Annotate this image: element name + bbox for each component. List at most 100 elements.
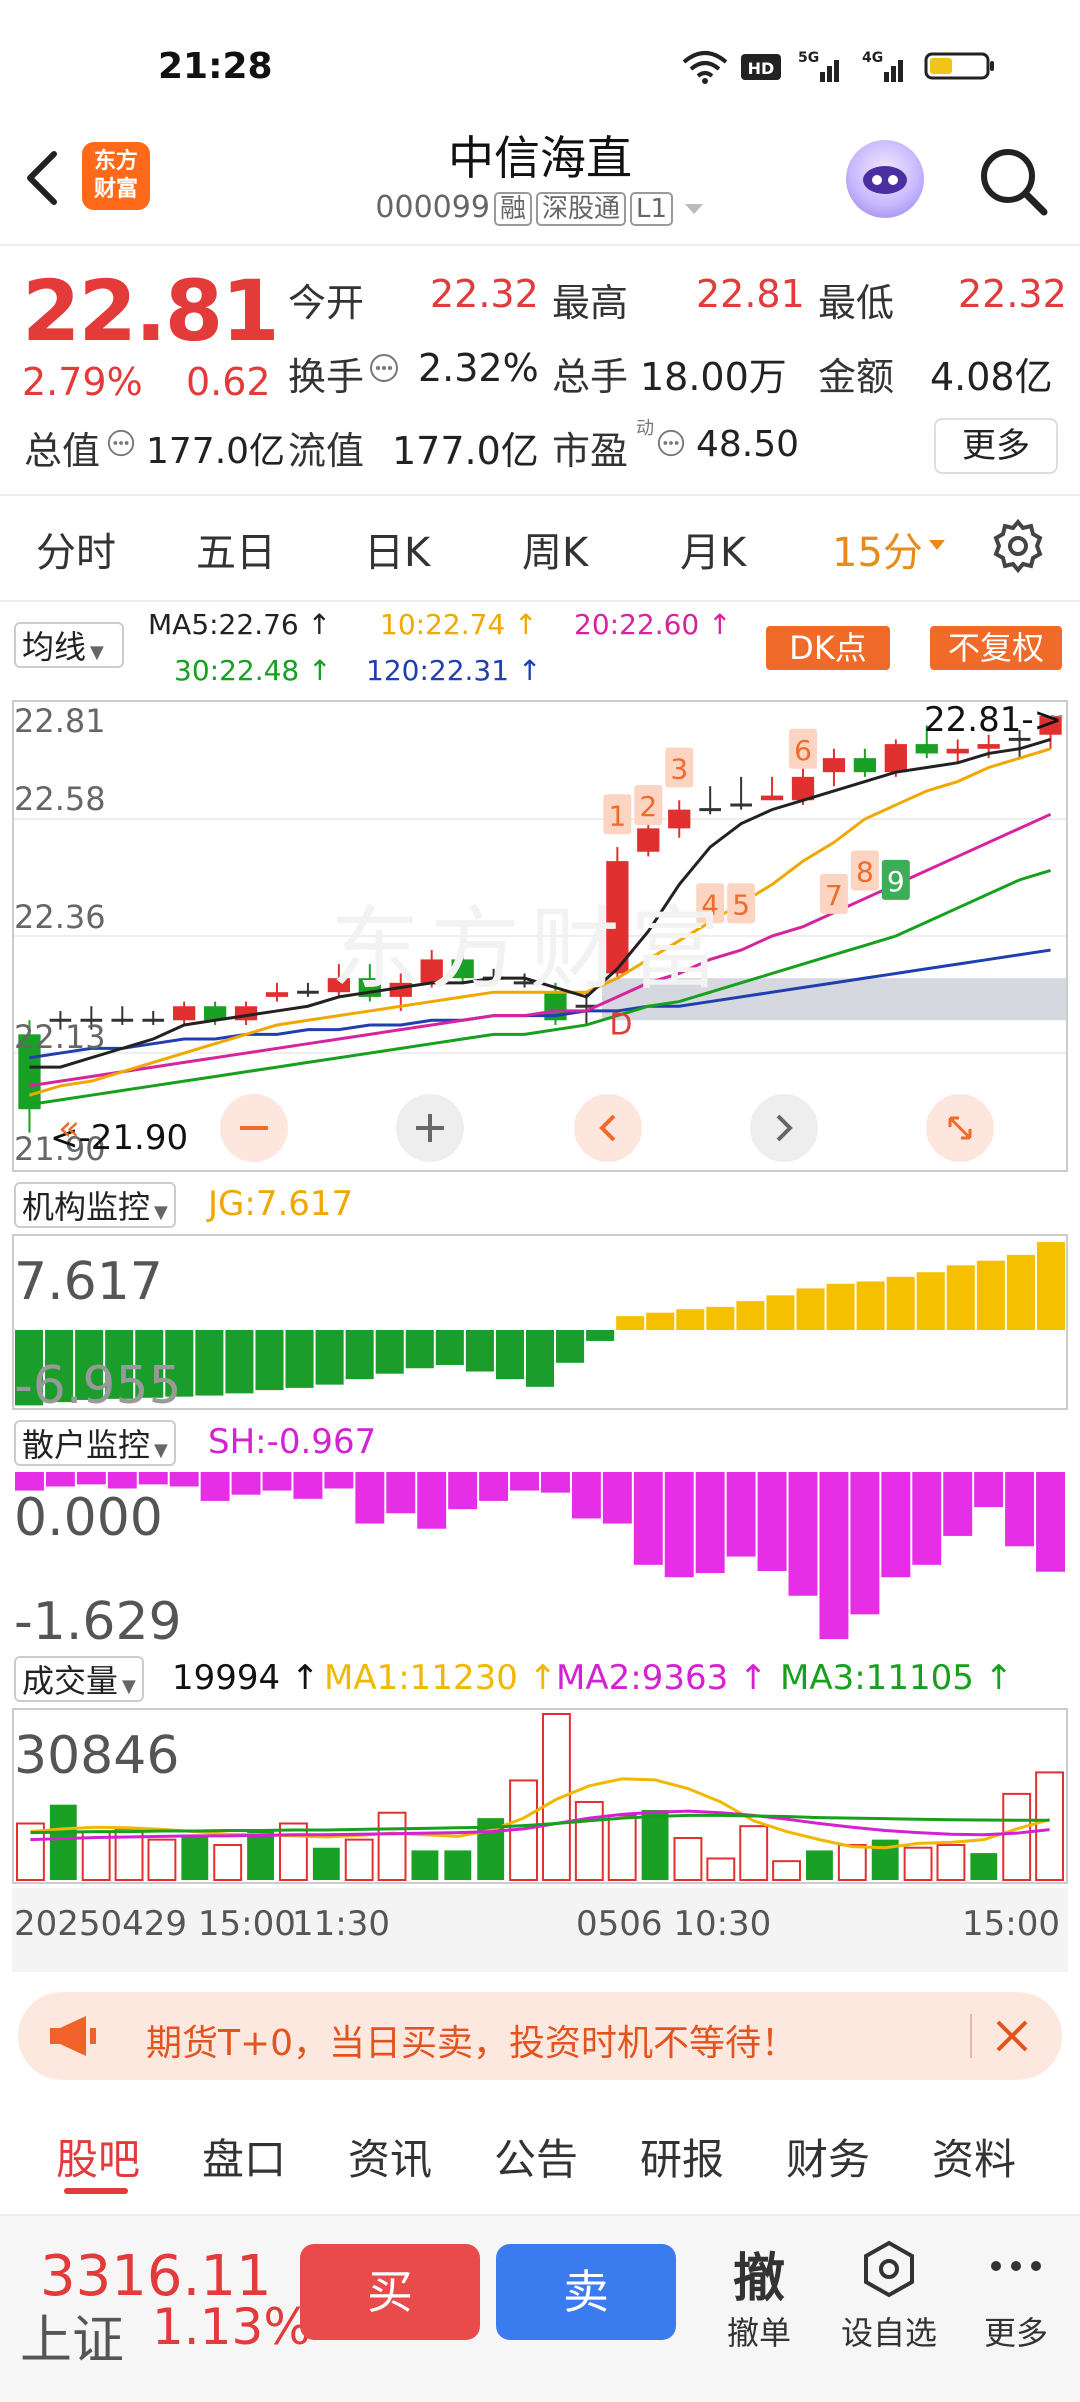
last-price-marker: 22.81-> (924, 700, 1063, 740)
cancel-order-label[interactable]: 撤单 (709, 2308, 809, 2354)
buy-button[interactable]: 买 (300, 2244, 480, 2340)
scroll-left-button[interactable] (574, 1094, 642, 1162)
eastmoney-logo[interactable]: 东方 财富 (82, 142, 150, 210)
chevron-down-icon: ▼ (122, 1676, 136, 1697)
indicator-select-volume[interactable]: 成交量 ▼ (14, 1656, 144, 1702)
signal-marker-text: 9 (887, 865, 905, 898)
jg-bar (255, 1330, 284, 1391)
jg-bar (315, 1330, 344, 1385)
back-arrow-icon[interactable] (22, 148, 62, 208)
tab-weekly-k[interactable]: 周K (522, 520, 588, 578)
info-dots-icon[interactable] (368, 352, 400, 384)
indicator-select-sh[interactable]: 散户监控 ▼ (14, 1420, 176, 1466)
tab-news[interactable]: 资讯 (348, 2126, 432, 2187)
turnover-label: 换手 (288, 355, 365, 399)
last-price: 22.81 (22, 262, 280, 360)
sell-button[interactable]: 卖 (496, 2244, 676, 2340)
indicator-select-jg[interactable]: 机构监控 ▼ (14, 1182, 176, 1228)
jg-bar (676, 1309, 705, 1330)
up-arrow-icon: ↑ (739, 1658, 768, 1698)
settings-gear-icon[interactable] (990, 518, 1046, 574)
hd-icon: HD (741, 54, 781, 80)
no-adjust-button[interactable]: 不复权 (930, 626, 1062, 670)
low-price-marker-text: 21.90 (90, 1118, 189, 1158)
tab-guba[interactable]: 股吧 (56, 2126, 140, 2187)
d-marker-text: D (609, 1007, 632, 1042)
tab-order-book[interactable]: 盘口 (202, 2126, 286, 2187)
volume-bar (574, 1800, 604, 1881)
chevron-right-icon (776, 1114, 793, 1142)
tab-daily-k[interactable]: 日K (364, 520, 430, 578)
info-dots-icon[interactable] (106, 428, 136, 458)
scroll-right-button[interactable] (750, 1094, 818, 1162)
jg-bar (886, 1276, 915, 1330)
tab-15min[interactable]: 15分 (832, 520, 923, 578)
tab-profile[interactable]: 资料 (932, 2126, 1016, 2187)
tag-margin: 融 (493, 192, 532, 226)
tab-five-day[interactable]: 五日 (196, 520, 276, 578)
ma5-label: MA5:22.76 ↑ (148, 608, 331, 641)
candle-body (884, 744, 907, 773)
sh-bar (45, 1472, 75, 1487)
robot-assistant-icon[interactable] (846, 140, 924, 218)
stock-name: 中信海直 (448, 131, 632, 185)
dk-point-button[interactable]: DK点 (766, 626, 890, 670)
zoom-out-button[interactable] (220, 1094, 288, 1162)
info-dots-icon[interactable] (656, 428, 686, 458)
tab-intraday[interactable]: 分时 (36, 520, 116, 578)
signal-marker-text: 7 (825, 879, 843, 912)
volume-bar (806, 1850, 833, 1880)
vol-select-label: 成交量 (22, 1662, 119, 1700)
zoom-in-button[interactable] (396, 1094, 464, 1162)
jg-bar (465, 1330, 494, 1372)
y-label-3: 22.36 (14, 898, 106, 936)
up-arrow-icon: ↑ (307, 608, 332, 641)
time-label-4: 15:00 (962, 1904, 1060, 1944)
jg-bar (495, 1330, 524, 1380)
search-icon[interactable] (978, 146, 1048, 216)
volume-bar (706, 1857, 736, 1882)
y-label-2: 22.58 (14, 780, 106, 818)
jg-bar (946, 1265, 975, 1330)
more-button[interactable]: 更多 (934, 418, 1058, 474)
svg-text:HD: HD (748, 59, 775, 78)
jg-bar (195, 1330, 224, 1396)
signal-marker-text: 6 (794, 734, 812, 767)
chevron-down-icon (684, 203, 703, 214)
sh-bar (695, 1472, 725, 1574)
jg-bar (285, 1330, 314, 1388)
sh-max-label: 0.000 (14, 1488, 163, 1548)
candle-body (760, 795, 784, 801)
fullscreen-button[interactable] (926, 1094, 994, 1162)
banner-text: 期货T+0，当日买卖，投资时机不等待！ (146, 2023, 798, 2064)
sh-bar (231, 1472, 261, 1495)
volume-bar (444, 1850, 472, 1880)
more-dots-icon[interactable] (988, 2254, 1044, 2278)
vol-ma2-label: MA2:9363 ↑ (556, 1658, 768, 1698)
signal-marker: 8 (850, 850, 879, 891)
indicator-select-ma[interactable]: 均线 ▼ (14, 622, 124, 668)
add-watchlist-icon[interactable] (860, 2240, 918, 2298)
more-label[interactable]: 更多 (966, 2308, 1066, 2354)
sh-bar (881, 1472, 911, 1578)
tab-financials[interactable]: 财务 (786, 2126, 870, 2187)
signal-marker-text: 1 (608, 799, 626, 832)
sh-bar (974, 1472, 1004, 1508)
jg-bar (736, 1301, 765, 1330)
tab-announcements[interactable]: 公告 (494, 2126, 578, 2187)
tag-level: L1 (629, 192, 674, 226)
tab-research[interactable]: 研报 (640, 2126, 724, 2187)
promo-banner[interactable]: 期货T+0，当日买卖，投资时机不等待！ (18, 1992, 1062, 2080)
double-chevron-left-icon[interactable]: « (58, 1108, 80, 1149)
stock-code-line[interactable]: 000099 融深股通 L1 (340, 190, 740, 226)
jg-bar (556, 1330, 585, 1363)
cancel-order-icon[interactable]: 撤 (714, 2236, 804, 2311)
close-icon[interactable] (992, 2016, 1032, 2056)
volume-label: 总手 (552, 355, 629, 399)
tab-monthly-k[interactable]: 月K (680, 520, 746, 578)
add-watchlist-label[interactable]: 设自选 (834, 2308, 944, 2354)
volume-bar (247, 1831, 274, 1880)
signal-marker: 5 (727, 883, 756, 924)
divider (0, 244, 1080, 246)
tag-connect: 深股通 (535, 192, 626, 226)
